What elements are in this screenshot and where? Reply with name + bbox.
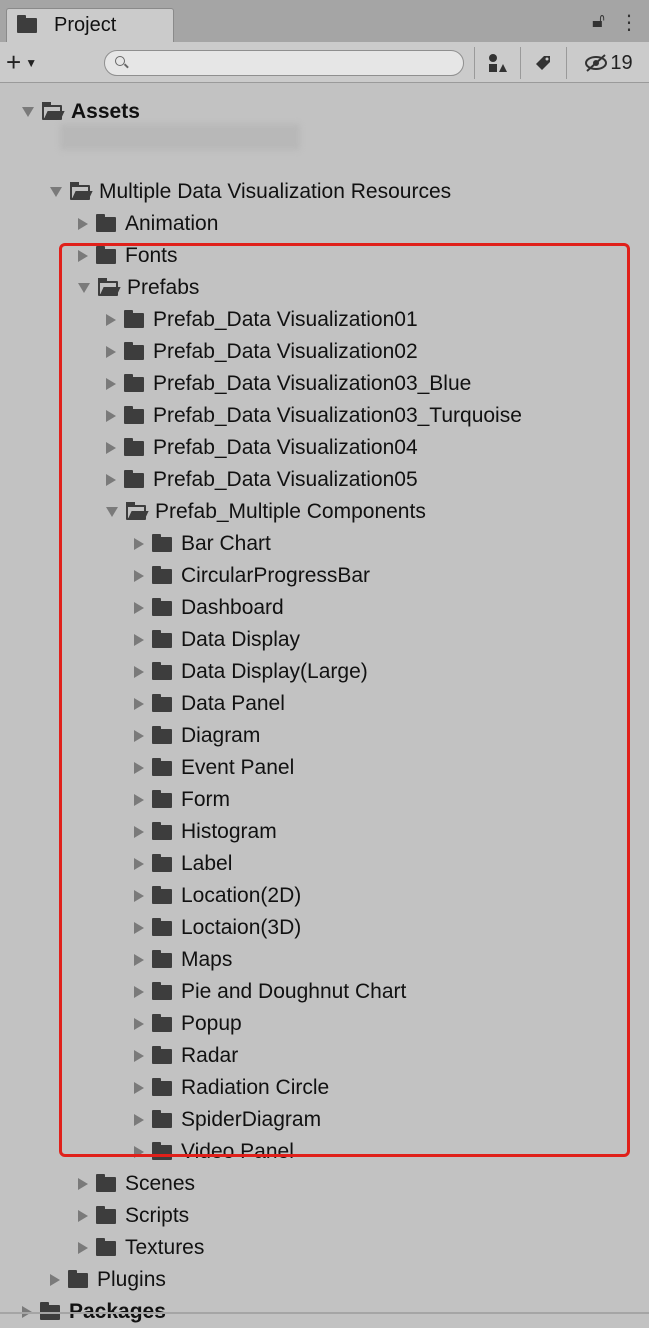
- folder-icon: [96, 213, 116, 232]
- tree-item-label: Plugins: [97, 1268, 166, 1291]
- hidden-count: 19: [610, 51, 633, 74]
- tree-item[interactable]: Plugins: [50, 1264, 166, 1296]
- tree-item-label: Multiple Data Visualization Resources: [99, 180, 452, 203]
- search-field[interactable]: [104, 50, 464, 76]
- blurred-entry: [60, 124, 300, 150]
- hidden-packages-toggle[interactable]: 19: [566, 47, 649, 79]
- search-input[interactable]: [133, 54, 457, 74]
- expand-arrow-right-icon[interactable]: [78, 218, 88, 230]
- tag-icon: [536, 56, 550, 70]
- search-by-label-button[interactable]: [520, 47, 565, 79]
- search-by-type-button[interactable]: [474, 47, 519, 79]
- toolbar: + ▼ 19: [0, 42, 649, 83]
- tab-menu: 🔓︎ ⋮: [592, 10, 639, 35]
- shapes-icon: [489, 54, 507, 72]
- tree-item[interactable]: Animation: [78, 208, 218, 240]
- tree-item[interactable]: Multiple Data Visualization Resources: [50, 176, 451, 208]
- tree-item-label: Textures: [125, 1236, 205, 1259]
- create-button[interactable]: + ▼: [6, 47, 76, 77]
- expand-arrow-down-icon[interactable]: [22, 107, 34, 117]
- tree-item-label: Assets: [71, 100, 140, 123]
- eye-slash-icon: [585, 54, 608, 72]
- tree-item-label: Animation: [125, 212, 219, 235]
- project-tab[interactable]: Project: [6, 8, 174, 42]
- expand-arrow-right-icon[interactable]: [78, 1242, 88, 1254]
- folder-open-icon: [70, 181, 90, 200]
- tree-item[interactable]: Scenes: [78, 1168, 195, 1200]
- tree-item-label: Scripts: [125, 1204, 190, 1227]
- chevron-down-icon: ▼: [25, 56, 38, 70]
- tree-item-label: Scenes: [125, 1172, 196, 1195]
- tab-label: Project: [54, 14, 117, 36]
- kebab-menu-icon[interactable]: ⋮: [619, 10, 639, 35]
- search-icon: [115, 56, 125, 66]
- tree-item[interactable]: Scripts: [78, 1200, 189, 1232]
- folder-icon: [96, 1205, 116, 1224]
- tree-item[interactable]: Textures: [78, 1232, 204, 1264]
- folder-icon: [68, 1269, 88, 1288]
- folder-icon: [96, 1237, 116, 1256]
- folder-open-icon: [42, 101, 62, 120]
- expand-arrow-right-icon[interactable]: [50, 1274, 60, 1286]
- tab-strip: Project 🔓︎ ⋮: [0, 0, 649, 42]
- highlight-box: [59, 243, 630, 1157]
- expand-arrow-right-icon[interactable]: [78, 1210, 88, 1222]
- expand-arrow-down-icon[interactable]: [50, 187, 62, 197]
- plus-icon: +: [6, 46, 22, 77]
- expand-arrow-right-icon[interactable]: [78, 1178, 88, 1190]
- folder-icon: [96, 1173, 116, 1192]
- folder-icon: [17, 15, 37, 33]
- lock-icon[interactable]: 🔓︎: [592, 10, 605, 35]
